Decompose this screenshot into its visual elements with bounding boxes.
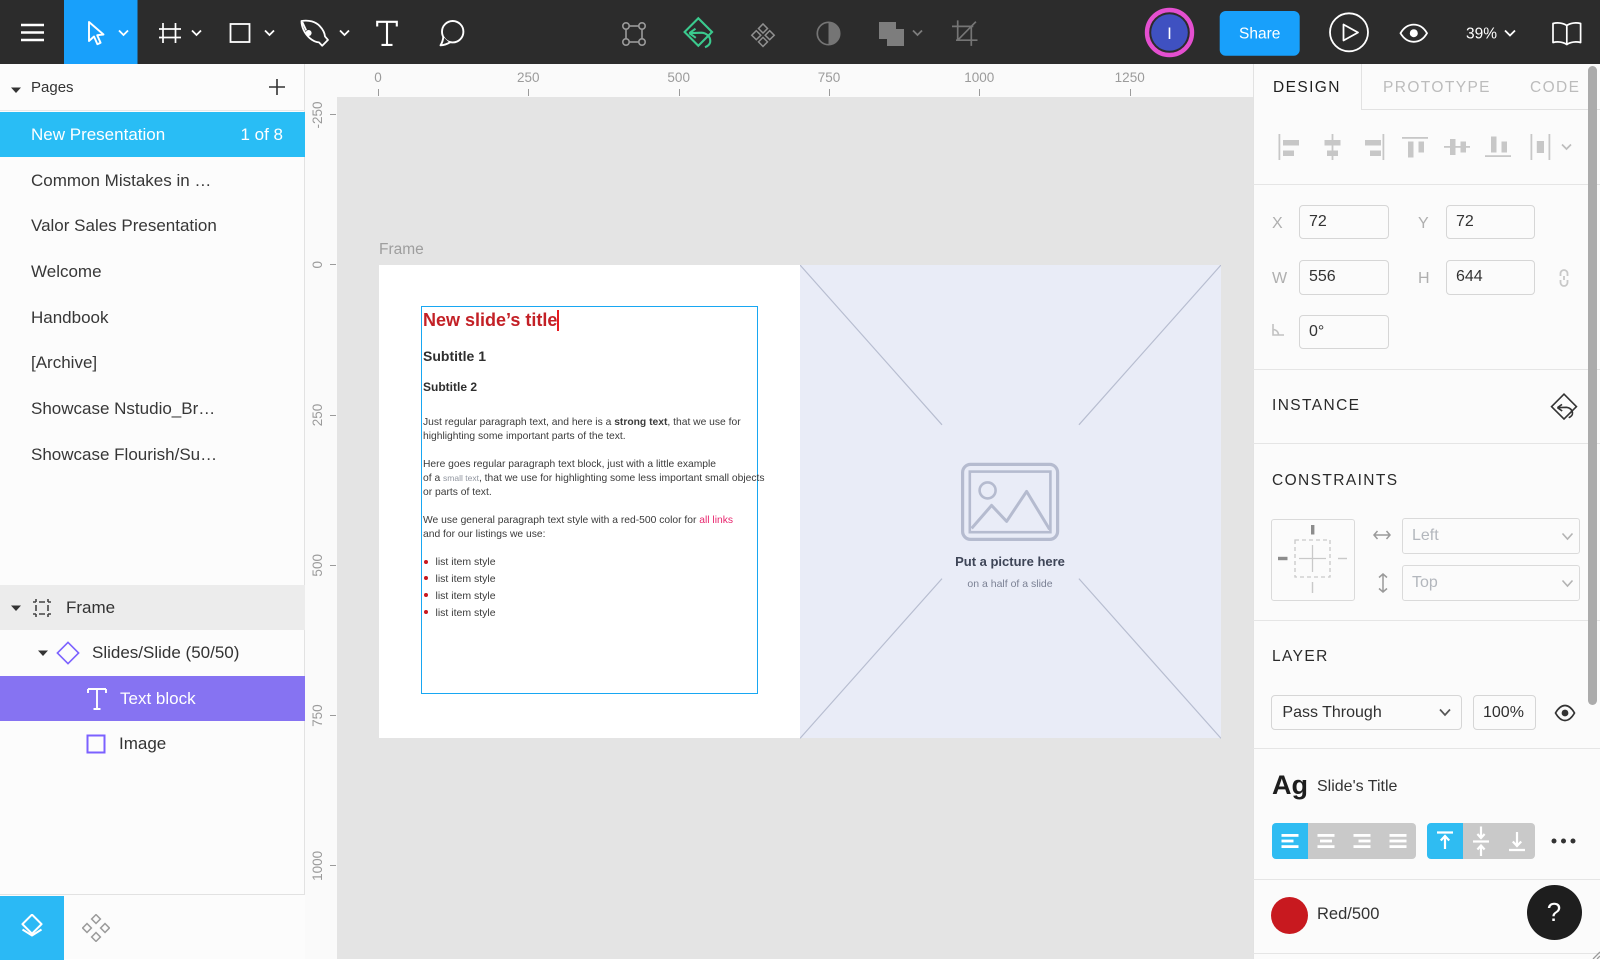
svg-text:0: 0 (374, 70, 382, 85)
svg-text:Share: Share (1239, 26, 1280, 43)
svg-text:250: 250 (517, 70, 540, 85)
svg-text:1000: 1000 (310, 851, 325, 881)
svg-text:-250: -250 (310, 101, 325, 128)
svg-text:500: 500 (667, 70, 690, 85)
svg-text:I: I (1167, 24, 1172, 43)
svg-text:1250: 1250 (1115, 70, 1145, 85)
svg-text:250: 250 (310, 404, 325, 427)
svg-text:750: 750 (310, 704, 325, 727)
svg-text:0: 0 (310, 261, 325, 269)
svg-text:500: 500 (310, 554, 325, 577)
svg-text:750: 750 (818, 70, 841, 85)
svg-text:39%: 39% (1466, 26, 1497, 43)
svg-text:1000: 1000 (964, 70, 994, 85)
